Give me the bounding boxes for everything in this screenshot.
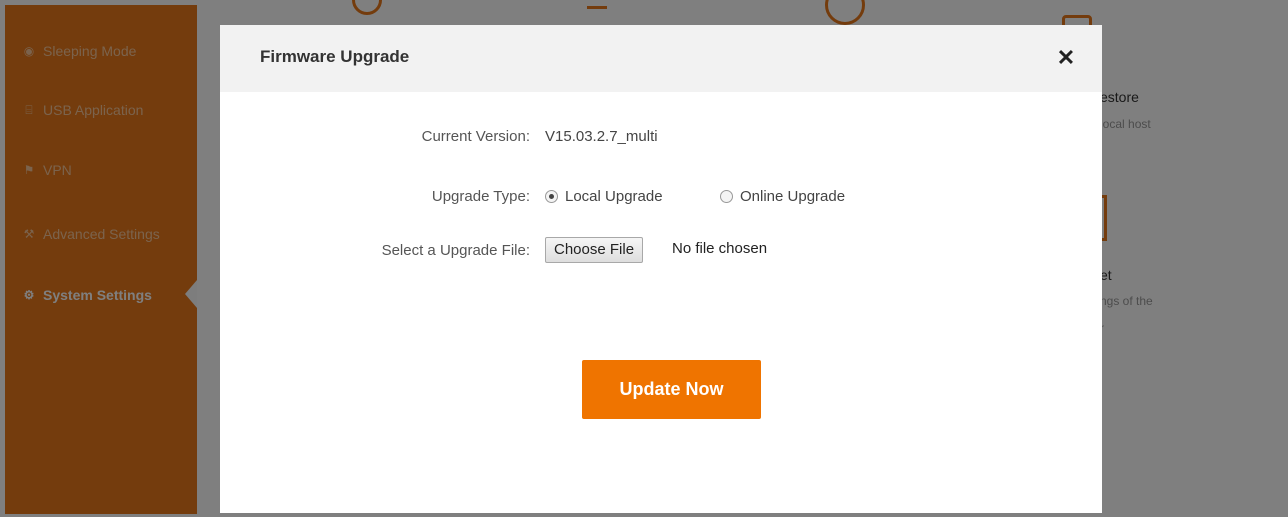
online-upgrade-label: Online Upgrade	[740, 188, 846, 205]
upgrade-type-row: Upgrade Type: Local Upgrade Online Upgra…	[220, 185, 1102, 209]
firmware-upgrade-dialog: Firmware Upgrade ✕ Current Version: V15.…	[220, 25, 1102, 513]
radio-unchecked-icon[interactable]	[720, 190, 733, 203]
current-version-row: Current Version: V15.03.2.7_multi	[220, 125, 1102, 149]
online-upgrade-radio[interactable]: Online Upgrade	[720, 188, 845, 205]
dialog-header: Firmware Upgrade ✕	[220, 25, 1102, 92]
close-icon[interactable]: ✕	[1056, 46, 1076, 70]
update-now-button[interactable]: Update Now	[582, 360, 761, 419]
dialog-title: Firmware Upgrade	[260, 47, 410, 66]
upgrade-file-label: Select a Upgrade File:	[381, 242, 530, 259]
upgrade-type-label-box: Upgrade Type:	[220, 185, 530, 209]
file-status: No file chosen	[672, 240, 768, 257]
radio-checked-icon[interactable]	[545, 190, 558, 203]
current-version-label-box: Current Version:	[220, 125, 530, 149]
choose-file-button[interactable]: Choose File	[545, 237, 644, 263]
current-version-label: Current Version:	[421, 128, 530, 145]
active-nav-pointer	[185, 280, 197, 308]
upgrade-file-row: Select a Upgrade File: Choose File No fi…	[220, 237, 1102, 263]
local-upgrade-radio[interactable]: Local Upgrade	[545, 188, 663, 205]
upgrade-type-label: Upgrade Type:	[431, 188, 530, 205]
local-upgrade-label: Local Upgrade	[565, 188, 663, 205]
upgrade-file-label-box: Select a Upgrade File:	[220, 239, 530, 263]
current-version-value: V15.03.2.7_multi	[545, 128, 658, 145]
